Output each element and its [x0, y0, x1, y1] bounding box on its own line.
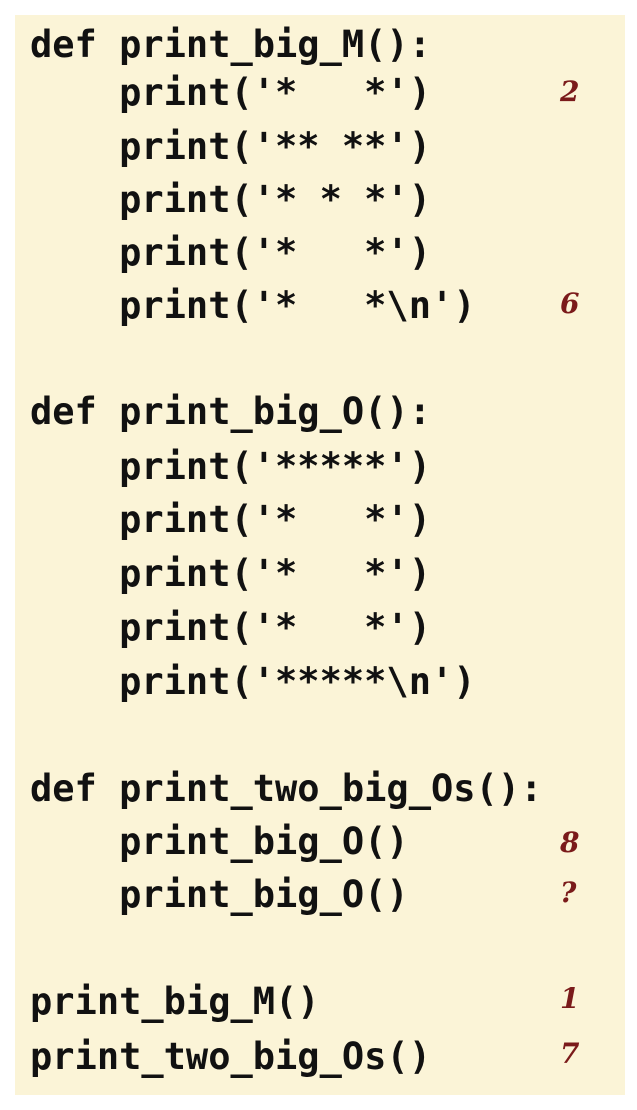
annotation-question-mark: ?	[560, 876, 577, 909]
code-line: print('* *')	[30, 71, 431, 114]
code-line: print('* *')	[30, 552, 431, 595]
annotation-number: 1	[560, 982, 580, 1015]
code-line-call-print-big-m: print_big_M()	[30, 980, 320, 1023]
code-line: print('* *')	[30, 606, 431, 649]
annotation-number: 2	[560, 75, 580, 108]
annotation-number: 8	[560, 826, 580, 859]
code-line: print('** **')	[30, 125, 431, 168]
code-line: print('* *')	[30, 498, 431, 541]
code-line-def-print-two-big-os: def print_two_big_Os():	[30, 767, 543, 810]
code-line: print('* *')	[30, 231, 431, 274]
code-line: print('*****')	[30, 445, 431, 488]
code-line: print('* * *')	[30, 178, 431, 221]
code-line-def-print-big-m: def print_big_M():	[30, 23, 431, 66]
code-line-call-print-two-big-os: print_two_big_Os()	[30, 1035, 431, 1078]
code-line: print('*****\n')	[30, 660, 476, 703]
code-line-def-print-big-o: def print_big_O():	[30, 390, 431, 433]
code-line: print_big_O()	[30, 820, 409, 863]
code-line: print('* *\n')	[30, 284, 476, 327]
annotation-number: 7	[560, 1037, 580, 1070]
code-line: print_big_O()	[30, 873, 409, 916]
annotation-number: 6	[560, 287, 580, 320]
